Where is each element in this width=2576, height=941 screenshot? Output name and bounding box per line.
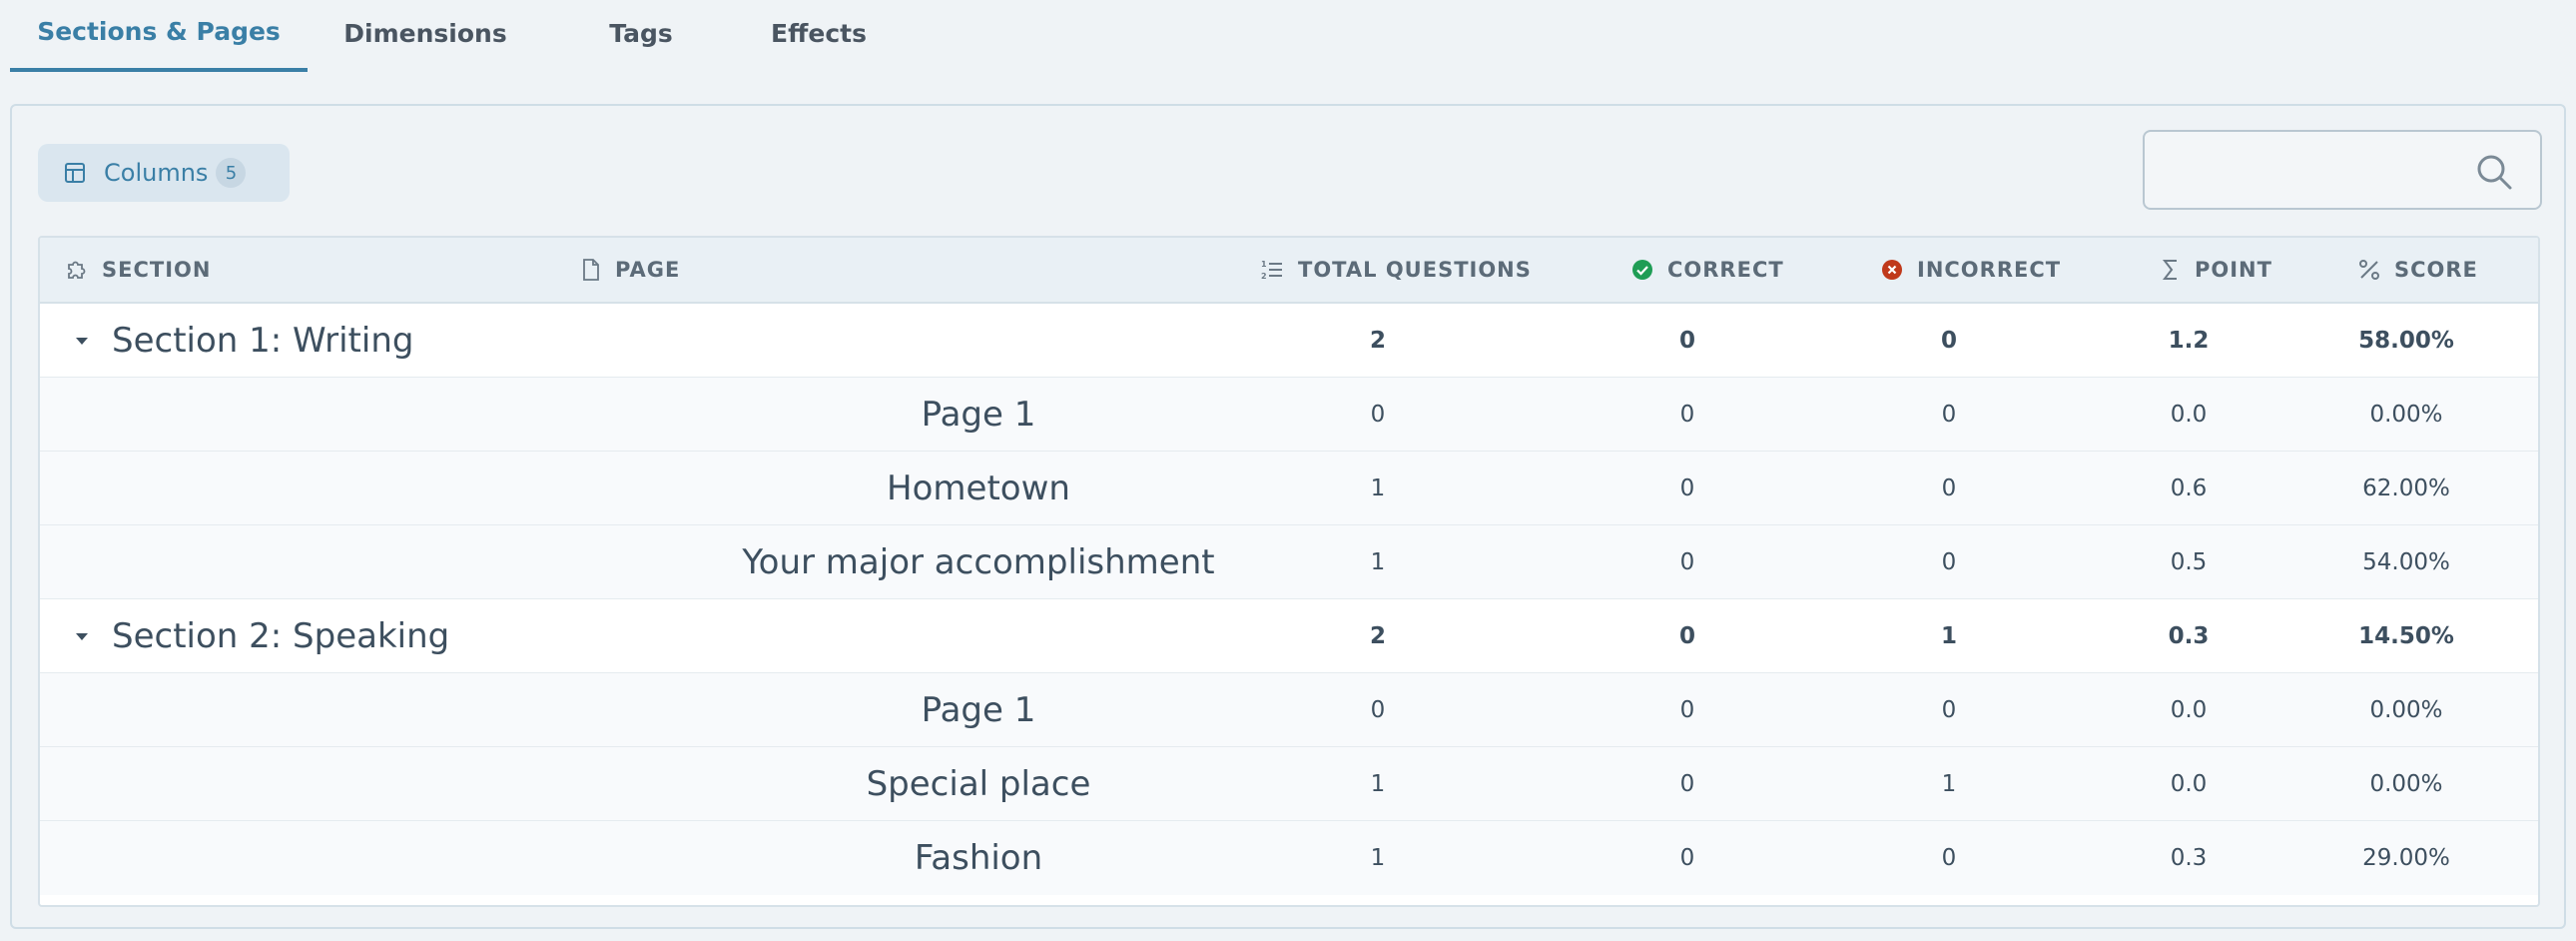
table-header: SECTION PAGE 1 2 TOTAL QUESTIONS CORRECT… [40,238,2538,304]
cell-total-questions: 1 [1370,845,1386,871]
cell-total-questions: 0 [1370,402,1386,428]
header-point[interactable]: POINT [2161,238,2272,302]
page-name: Fashion [914,838,1043,878]
svg-text:1: 1 [1261,260,1268,269]
cell-total-questions: 1 [1370,549,1386,575]
page-row[interactable]: Page 1 0 0 0 0.0 0.00% [40,378,2538,452]
cell-total-questions: 1 [1370,771,1386,797]
search-icon[interactable] [2474,152,2514,192]
check-circle-icon [1632,260,1652,280]
cell-point: 0.3 [2168,623,2210,649]
header-score[interactable]: SCORE [2358,238,2478,302]
cell-point: 0.0 [2170,402,2208,428]
numbered-list-icon: 1 2 [1261,260,1282,281]
header-incorrect[interactable]: INCORRECT [1881,238,2061,302]
header-correct[interactable]: CORRECT [1631,238,1784,302]
header-page[interactable]: PAGE [581,238,680,302]
x-circle-icon [1882,260,1902,280]
svg-text:2: 2 [1261,272,1268,281]
section-title: Section 2: Speaking [112,616,450,656]
section-toggle[interactable]: Section 2: Speaking [72,599,449,673]
cell-score: 0.00% [2369,771,2443,797]
cell-point: 0.5 [2170,549,2208,575]
cell-incorrect: 0 [1941,697,1957,723]
header-page-label: PAGE [615,258,681,282]
cell-score: 54.00% [2362,549,2450,575]
cell-point: 0.0 [2170,771,2208,797]
cell-correct: 0 [1678,328,1695,354]
cell-correct: 0 [1679,771,1695,797]
page-row[interactable]: Page 1 0 0 0 0.0 0.00% [40,673,2538,747]
cell-score: 14.50% [2358,623,2454,649]
tab-effects[interactable]: Effects [739,0,899,72]
cell-point: 0.0 [2170,697,2208,723]
header-section[interactable]: SECTION [64,238,211,302]
page-row[interactable]: Fashion 1 0 0 0.3 29.00% [40,821,2538,895]
cell-total-questions: 1 [1370,475,1386,501]
cell-total-questions: 2 [1369,623,1386,649]
cell-correct: 0 [1679,475,1695,501]
cell-correct: 0 [1679,697,1695,723]
file-icon [583,259,599,281]
page-name: Page 1 [921,690,1036,730]
page-name: Special place [866,764,1091,804]
columns-label: Columns [104,159,209,187]
cell-score: 0.00% [2369,402,2443,428]
columns-button[interactable]: Columns 5 [38,144,290,202]
cell-incorrect: 0 [1941,549,1957,575]
cell-correct: 0 [1678,623,1695,649]
columns-layout-icon [65,163,85,183]
sigma-icon [2162,260,2177,280]
page-row[interactable]: Your major accomplishment 1 0 0 0.5 54.0… [40,525,2538,599]
header-total-questions-label: TOTAL QUESTIONS [1298,258,1532,282]
header-correct-label: CORRECT [1667,258,1784,282]
header-total-questions[interactable]: 1 2 TOTAL QUESTIONS [1260,238,1532,302]
cell-point: 0.3 [2170,845,2208,871]
page-row[interactable]: Special place 1 0 1 0.0 0.00% [40,747,2538,821]
cell-correct: 0 [1679,402,1695,428]
cell-incorrect: 0 [1940,328,1957,354]
section-title: Section 1: Writing [112,321,414,361]
tab-sections-pages[interactable]: Sections & Pages [10,0,308,72]
header-section-label: SECTION [102,258,212,282]
header-point-label: POINT [2195,258,2272,282]
search-field [2143,130,2542,210]
cell-incorrect: 1 [1941,771,1957,797]
cell-score: 29.00% [2362,845,2450,871]
search-input[interactable] [2145,132,2474,208]
cell-correct: 0 [1679,845,1695,871]
page-name: Page 1 [921,395,1036,435]
cell-total-questions: 2 [1369,328,1386,354]
cell-incorrect: 0 [1941,402,1957,428]
section-row[interactable]: Section 2: Speaking 2 0 1 0.3 14.50% [40,599,2538,673]
cell-score: 0.00% [2369,697,2443,723]
cell-total-questions: 0 [1370,697,1386,723]
tab-dimensions[interactable]: Dimensions [308,0,543,72]
cell-incorrect: 0 [1941,845,1957,871]
columns-count-badge: 5 [216,158,247,188]
page-row[interactable]: Hometown 1 0 0 0.6 62.00% [40,452,2538,525]
caret-down-icon[interactable] [72,626,92,646]
tab-bar: Sections & Pages Dimensions Tags Effects [10,0,899,72]
cell-incorrect: 1 [1940,623,1957,649]
header-score-label: SCORE [2394,258,2478,282]
report-card: Columns 5 SECTION PAGE 1 2 TOTAL QUESTIO… [10,104,2566,929]
caret-down-icon[interactable] [72,331,92,351]
results-table: SECTION PAGE 1 2 TOTAL QUESTIONS CORRECT… [38,236,2540,907]
page-name: Your major accomplishment [742,542,1215,582]
puzzle-icon [68,261,86,279]
cell-incorrect: 0 [1941,475,1957,501]
section-row[interactable]: Section 1: Writing 2 0 0 1.2 58.00% [40,304,2538,378]
cell-point: 1.2 [2168,328,2210,354]
header-incorrect-label: INCORRECT [1917,258,2062,282]
percent-icon [2359,260,2379,280]
tab-tags[interactable]: Tags [543,0,739,72]
page-name: Hometown [887,469,1070,508]
cell-correct: 0 [1679,549,1695,575]
cell-score: 58.00% [2358,328,2454,354]
cell-point: 0.6 [2170,475,2208,501]
section-toggle[interactable]: Section 1: Writing [72,304,413,378]
cell-score: 62.00% [2362,475,2450,501]
